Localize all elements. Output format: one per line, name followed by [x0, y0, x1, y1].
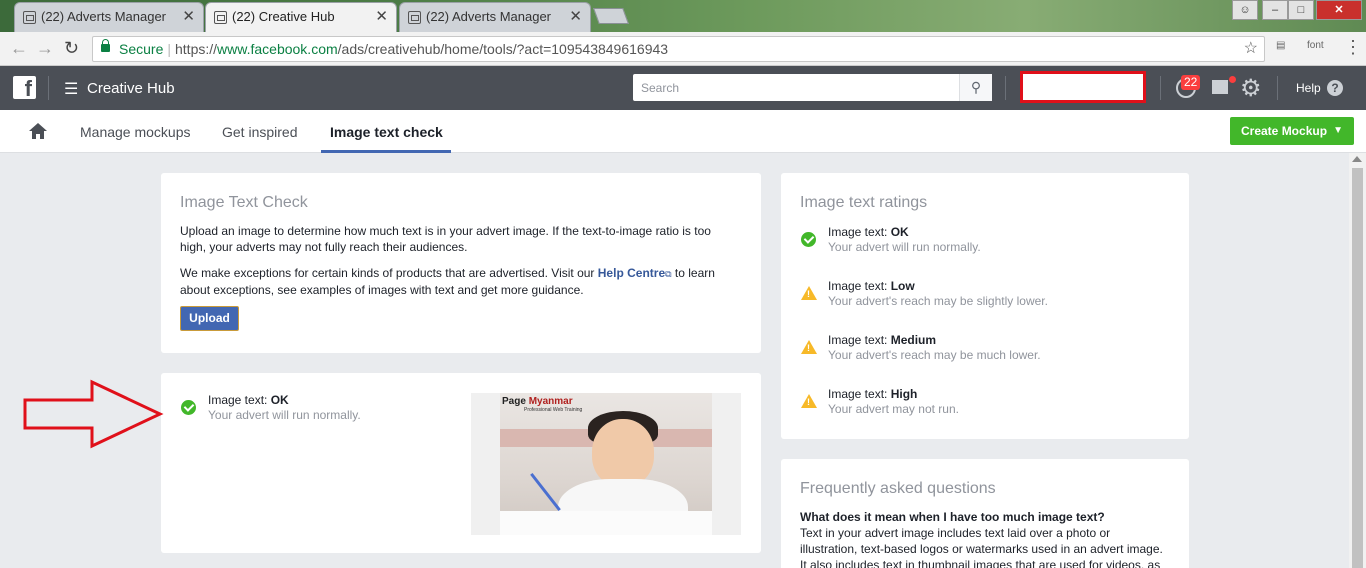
- address-bar: ← → ↻ Secure | https://www.facebook.com/ad…: [0, 32, 1366, 66]
- browser-tab-label: (22) Adverts Manager: [41, 9, 167, 24]
- intro-paragraph: Upload an image to determine how much te…: [180, 224, 711, 254]
- create-mockup-label: Create Mockup: [1241, 124, 1328, 138]
- check-circle-icon: [801, 232, 816, 247]
- url-scheme: https://: [175, 41, 218, 57]
- gear-icon[interactable]: ⚙: [1240, 74, 1262, 103]
- browser-tab-adverts-manager-1[interactable]: (22) Adverts Manager ✕: [14, 2, 204, 32]
- result-rating-line: Image text: OK: [208, 393, 289, 407]
- new-tab-button[interactable]: [593, 8, 629, 24]
- fb-header: f ☰ Creative Hub ⚲ 22 ⚙ Help ?: [0, 66, 1366, 110]
- maximize-button[interactable]: □: [1288, 0, 1314, 20]
- search-input[interactable]: [633, 74, 953, 101]
- menu-icon[interactable]: ⋮: [1344, 37, 1362, 58]
- window-close-button[interactable]: ✕: [1316, 0, 1362, 20]
- reload-icon[interactable]: ↻: [64, 38, 79, 59]
- help-link[interactable]: Help: [1296, 81, 1321, 95]
- facebook-logo[interactable]: f: [13, 76, 36, 101]
- image-brand-logo: Page Myanmar: [502, 396, 573, 407]
- rating-desc-ok: Your advert will run normally.: [828, 240, 981, 254]
- result-rating-desc: Your advert will run normally.: [208, 408, 361, 422]
- extension-icon[interactable]: ▤: [1276, 40, 1285, 51]
- browser-tab-adverts-manager-2[interactable]: (22) Adverts Manager ✕: [399, 2, 591, 32]
- browser-tab-creative-hub[interactable]: (22) Creative Hub ✕: [205, 2, 397, 32]
- annotation-arrow-icon: [23, 379, 164, 449]
- rating-line-low: Image text: Low: [828, 279, 915, 293]
- ratings-card: Image text ratings Image text: OK Your a…: [781, 173, 1189, 439]
- uploaded-photo: Page Myanmar Professional Web Training: [500, 393, 712, 535]
- close-icon[interactable]: ✕: [569, 3, 582, 31]
- url-separator: |: [167, 41, 171, 57]
- exceptions-paragraph: We make exceptions for certain kinds of …: [180, 265, 728, 298]
- close-icon[interactable]: ✕: [375, 3, 388, 31]
- create-mockup-button[interactable]: Create Mockup ▼: [1230, 117, 1354, 145]
- header-divider: [1005, 76, 1006, 100]
- help-question-icon[interactable]: ?: [1327, 80, 1343, 96]
- tab-manage-mockups[interactable]: Manage mockups: [80, 124, 191, 140]
- image-brand-subtitle: Professional Web Training: [524, 407, 583, 413]
- page-icon: [408, 11, 421, 24]
- user-profile-button[interactable]: ☺: [1232, 0, 1258, 20]
- scroll-up-arrow-icon[interactable]: [1352, 156, 1362, 162]
- notification-badge: 22: [1181, 75, 1201, 90]
- warning-icon: [801, 340, 817, 354]
- faq-answer: Text in your advert image includes text …: [800, 526, 1163, 568]
- page-icon: [214, 11, 227, 24]
- forward-arrow-icon[interactable]: →: [36, 38, 54, 59]
- warning-icon: [801, 286, 817, 300]
- exceptions-text-pre: We make exceptions for certain kinds of …: [180, 266, 598, 280]
- app-title[interactable]: Creative Hub: [87, 80, 175, 97]
- url-host: www.facebook.com: [217, 41, 338, 57]
- rating-prefix: Image text:: [208, 393, 271, 407]
- tab-get-inspired[interactable]: Get inspired: [222, 124, 297, 140]
- browser-tab-strip: (22) Adverts Manager ✕ (22) Creative Hub…: [0, 0, 1366, 32]
- search-icon[interactable]: ⚲: [959, 74, 992, 101]
- card-title: Image Text Check: [180, 194, 308, 211]
- faq-card: Frequently asked questions What does it …: [781, 459, 1189, 568]
- help-centre-link[interactable]: Help Centre: [598, 266, 665, 280]
- minimize-button[interactable]: –: [1262, 0, 1288, 20]
- rating-level: OK: [270, 393, 289, 407]
- scrollbar-thumb[interactable]: [1352, 168, 1363, 568]
- bookmark-star-icon[interactable]: ☆: [1244, 37, 1258, 61]
- page-icon: [23, 11, 36, 24]
- rating-line-ok: Image text: OK: [828, 225, 909, 239]
- warning-icon: [801, 394, 817, 408]
- browser-tab-label: (22) Creative Hub: [232, 9, 335, 24]
- font-extension-icon[interactable]: font: [1307, 40, 1324, 51]
- uploaded-image-preview: Page Myanmar Professional Web Training: [471, 393, 741, 535]
- url-path: /ads/creativehub/home/tools/?act=1095438…: [337, 41, 669, 57]
- header-divider: [48, 76, 49, 100]
- rating-desc-high: Your advert may not run.: [828, 402, 959, 416]
- chevron-down-icon: ▼: [1333, 125, 1343, 136]
- hamburger-menu-icon[interactable]: ☰: [64, 79, 78, 99]
- faq-question: What does it mean when I have too much i…: [800, 510, 1105, 524]
- flag-icon[interactable]: [1212, 80, 1228, 94]
- browser-tab-label: (22) Adverts Manager: [426, 9, 552, 24]
- secure-label: Secure: [119, 41, 164, 57]
- rating-line-medium: Image text: Medium: [828, 333, 937, 347]
- check-circle-icon: [181, 400, 196, 415]
- search-box: ⚲: [633, 74, 992, 101]
- flag-dot-indicator: [1229, 76, 1236, 83]
- header-divider: [1277, 76, 1278, 100]
- active-tab-underline: [321, 150, 451, 153]
- rating-desc-medium: Your advert's reach may be much lower.: [828, 348, 1041, 362]
- image-text-check-card: Image Text Check Upload an image to dete…: [161, 173, 761, 353]
- result-card: Image text: OK Your advert will run norm…: [161, 373, 761, 553]
- tab-image-text-check[interactable]: Image text check: [330, 124, 443, 140]
- redacted-account-box: [1020, 71, 1146, 103]
- upload-button[interactable]: Upload: [180, 306, 239, 331]
- url-input[interactable]: Secure | https://www.facebook.com/ads/crea…: [92, 36, 1265, 62]
- lock-icon: [101, 39, 110, 52]
- back-arrow-icon[interactable]: ←: [10, 38, 28, 59]
- rating-line-high: Image text: High: [828, 387, 918, 401]
- rating-desc-low: Your advert's reach may be slightly lowe…: [828, 294, 1048, 308]
- home-icon[interactable]: [29, 123, 47, 139]
- close-icon[interactable]: ✕: [182, 3, 195, 31]
- ratings-title: Image text ratings: [800, 194, 928, 211]
- sub-navigation: Manage mockups Get inspired Image text c…: [0, 110, 1366, 153]
- faq-title: Frequently asked questions: [800, 480, 996, 497]
- header-divider: [1160, 76, 1161, 100]
